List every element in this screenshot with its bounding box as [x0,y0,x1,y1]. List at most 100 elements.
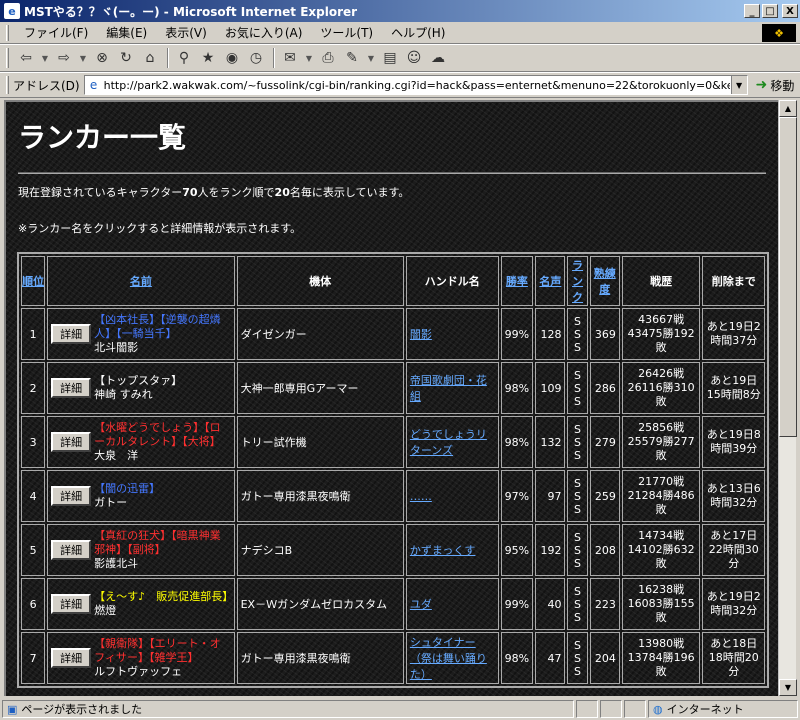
rank-title: 【真紅の狂犬】【暗黒神業邪神】【副将】 [94,529,221,556]
header-rank[interactable]: 順位 [21,256,46,306]
handle-link[interactable]: 帝国歌劇団・花組 [410,374,487,403]
media-icon[interactable]: ◉ [221,47,243,69]
stop-icon[interactable]: ⊗ [91,47,113,69]
character-name[interactable]: ガトー [94,496,160,510]
handle-link[interactable]: かずまっくす [410,544,476,557]
scroll-down-icon[interactable]: ▼ [779,679,797,696]
grade-cell: SSS [567,470,588,522]
edit-dropdown-icon[interactable]: ▼ [365,47,377,69]
close-button[interactable]: X [782,4,798,18]
header-fame[interactable]: 名声 [535,256,566,306]
print-icon[interactable]: ⎙ [317,47,339,69]
detail-button[interactable]: 詳細 [51,324,92,344]
fame-cell: 192 [535,524,566,576]
menu-favorites[interactable]: お気に入り(A) [216,24,312,41]
status-cell [624,700,646,718]
rank-cell: 7 [21,632,46,684]
forward-icon[interactable]: ⇨ [53,47,75,69]
header-grade[interactable]: ランク [567,256,588,306]
menu-edit[interactable]: 編集(E) [97,24,156,41]
info-suffix: 名毎に表示しています。 [289,186,410,199]
address-input[interactable] [103,78,730,92]
character-name[interactable]: ルフトヴァッフェ [94,665,230,679]
menu-tools[interactable]: ツール(T) [311,24,382,41]
address-dropdown-icon[interactable]: ▼ [730,76,747,94]
rank-cell: 6 [21,578,46,630]
header-winrate[interactable]: 勝率 [500,256,534,306]
detail-button[interactable]: 詳細 [51,540,92,560]
maximize-button[interactable]: □ [762,4,778,18]
registration-info: 現在登録されているキャラクター70人をランク順で20名毎に表示しています。 [18,184,766,200]
mail-dropdown-icon[interactable]: ▼ [303,47,315,69]
forward-dropdown-icon[interactable]: ▼ [77,47,89,69]
winrate-cell: 98% [500,362,534,414]
table-row: 2 詳細 【トップスタァ】 神崎 すみれ 大神一郎専用Gアーマー 帝国歌劇団・花組 98% 1… [21,362,765,414]
handle-link[interactable]: どうでしょうリターンズ [410,428,487,457]
sort-fame-link[interactable]: 名声 [539,275,561,288]
character-name[interactable]: 大泉 洋 [94,449,230,463]
winrate-cell: 99% [500,308,534,360]
sort-rank-link[interactable]: 順位 [22,275,44,288]
handle-link[interactable]: シュタイナー（祭は舞い踊りた） [410,636,487,681]
character-name[interactable]: 影護北斗 [94,557,230,571]
grade-cell: SSS [567,524,588,576]
handle-cell: どうでしょうリターンズ [405,416,499,468]
handle-link[interactable]: ユダ [410,598,432,611]
rank-title: 【親衛隊】【エリート・オフィサー】【雑学王】 [94,637,221,664]
rank-cell: 4 [21,470,46,522]
research-icon[interactable]: ☁ [427,47,449,69]
handle-link[interactable]: …… [410,490,432,503]
sort-winrate-link[interactable]: 勝率 [506,275,528,288]
menu-bar: ファイル(F) 編集(E) 表示(V) お気に入り(A) ツール(T) ヘルプ(… [0,22,800,44]
character-name[interactable]: 北斗闇影 [94,341,230,355]
table-row: 4 詳細 【闇の迅雷】 ガトー ガトー専用漆黒夜鳴衛…… 97% 97 SSS 259 21770… [21,470,765,522]
go-button[interactable]: ➜ 移動 [756,77,795,94]
globe-icon: ◍ [653,702,663,716]
scroll-thumb[interactable] [779,117,797,437]
discuss-icon[interactable]: ▤ [379,47,401,69]
detail-button[interactable]: 詳細 [51,432,92,452]
header-skill[interactable]: 熟練度 [589,256,620,306]
edit-icon[interactable]: ✎ [341,47,363,69]
rank-title: 【トップスタァ】 [94,374,183,387]
skill-cell: 208 [589,524,620,576]
menu-help[interactable]: ヘルプ(H) [382,24,454,41]
header-name[interactable]: 名前 [47,256,235,306]
detail-button[interactable]: 詳細 [51,648,92,668]
menu-file[interactable]: ファイル(F) [15,24,97,41]
history-icon[interactable]: ◷ [245,47,267,69]
info-count: 70 [182,186,198,199]
sort-skill-link[interactable]: 熟練度 [594,267,616,296]
expire-cell: あと19日2時間37分 [702,308,765,360]
home-icon[interactable]: ⌂ [139,47,161,69]
back-dropdown-icon[interactable]: ▼ [39,47,51,69]
handle-link[interactable]: 闇影 [410,328,432,341]
sort-name-link[interactable]: 名前 [130,275,152,288]
handle-cell: 闇影 [405,308,499,360]
character-name[interactable]: 燃燈 [94,604,230,618]
back-icon[interactable]: ⇦ [15,47,37,69]
name-cell: 詳細 【闇の迅雷】 ガトー [47,470,235,522]
favorites-icon[interactable]: ★ [197,47,219,69]
fame-cell: 132 [535,416,566,468]
sort-grade-link[interactable]: ランク [572,259,583,304]
refresh-icon[interactable]: ↻ [115,47,137,69]
detail-button[interactable]: 詳細 [51,486,92,506]
name-cell: 詳細 【水曜どうでしょう】【ローカルタレント】【大将】 大泉 洋 [47,416,235,468]
detail-button[interactable]: 詳細 [51,378,92,398]
messenger-icon[interactable]: ☺ [403,47,425,69]
unit-cell: ガトー専用漆黒夜鳴衛 [236,632,404,684]
detail-button[interactable]: 詳細 [51,594,92,614]
vertical-scrollbar[interactable]: ▲ ▼ [778,100,797,696]
go-arrow-icon: ➜ [755,77,768,93]
handle-cell: …… [405,470,499,522]
scroll-up-icon[interactable]: ▲ [779,100,797,117]
menu-view[interactable]: 表示(V) [156,24,216,41]
mail-icon[interactable]: ✉ [279,47,301,69]
address-field[interactable]: e ▼ [83,75,748,95]
minimize-button[interactable]: _ [744,4,760,18]
character-name[interactable]: 神崎 すみれ [94,388,182,402]
search-icon[interactable]: ⚲ [173,47,195,69]
toolbar-grip [6,48,9,68]
expire-cell: あと19日2時間32分 [702,578,765,630]
